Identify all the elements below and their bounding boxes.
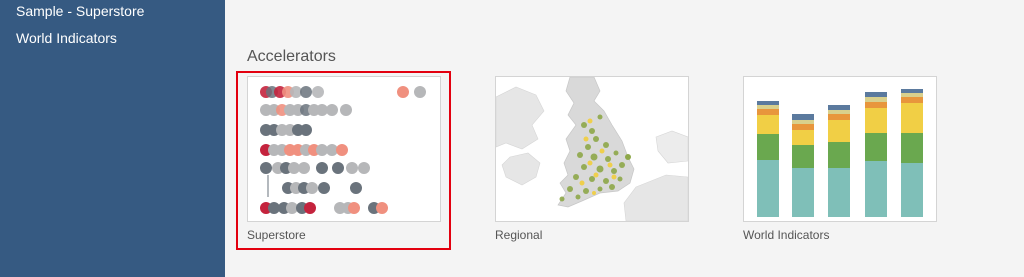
sidebar-item-sample-superstore[interactable]: Sample - Superstore [16,3,144,19]
stacked-bar-thumbnail-image [757,89,923,217]
stacked-bar [865,92,887,217]
card-label[interactable]: Regional [495,228,542,242]
dot-row [260,124,312,136]
dot-row [260,202,388,214]
card-label[interactable]: Superstore [247,228,306,242]
uk-map-thumbnail-image [496,77,688,221]
card-label[interactable]: World Indicators [743,228,829,242]
main-content: Accelerators Superstore Regional World I… [225,0,1024,277]
dot-row [260,144,348,156]
dot-row [267,175,362,197]
stacked-bar [901,89,923,217]
dot-plot-thumbnail-image [260,86,426,214]
dot-row [260,86,426,98]
dot-row [260,162,370,174]
stacked-bar [828,105,850,217]
dot-row [260,104,352,116]
section-title: Accelerators [247,48,336,65]
superstore-thumbnail[interactable] [247,76,441,222]
stacked-bar [757,101,779,217]
sidebar-item-world-indicators[interactable]: World Indicators [16,30,117,46]
world-indicators-thumbnail[interactable] [743,76,937,222]
stacked-bar [792,114,814,217]
regional-thumbnail[interactable] [495,76,689,222]
sidebar: Sample - Superstore World Indicators [0,0,225,277]
